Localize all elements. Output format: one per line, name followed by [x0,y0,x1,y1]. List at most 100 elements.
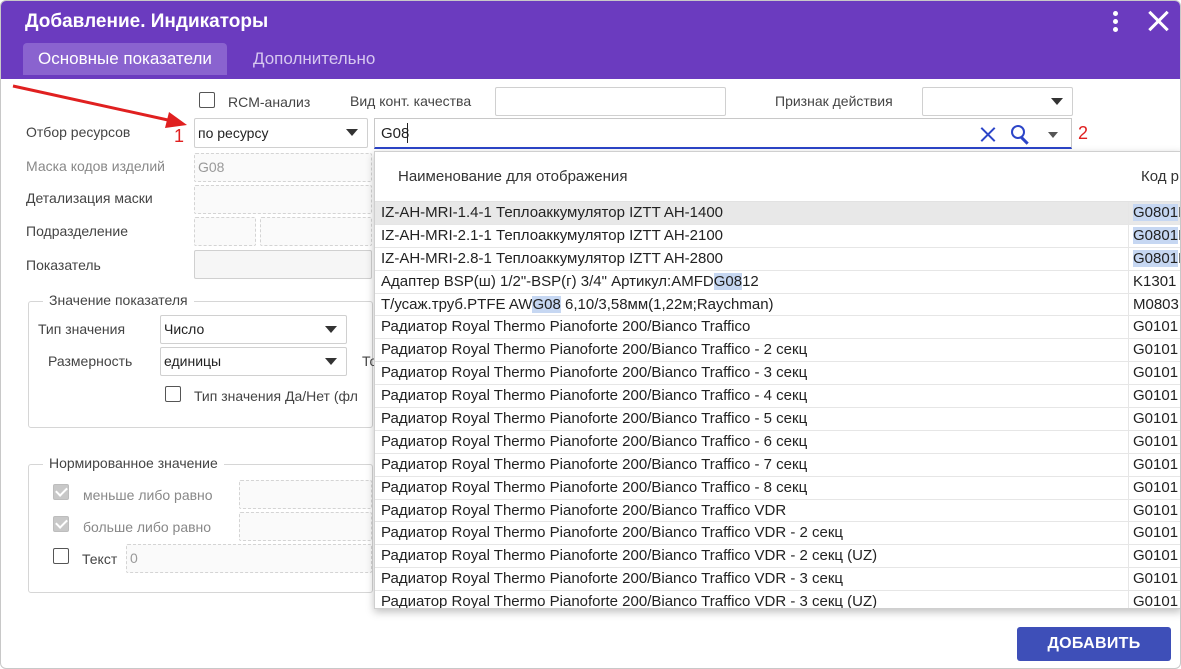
list-item[interactable]: Радиатор Royal Thermo Pianoforte 200/Bia… [375,476,1180,500]
column-divider [1128,522,1129,545]
column-divider [1128,316,1129,339]
mask-detail-label: Детализация маски [26,190,153,206]
item-name: IZ-AH-MRI-2.8-1 Теплоаккумулятор IZTT AH… [381,249,724,267]
item-code: G0801I [1133,204,1180,221]
dialog-title: Добавление. Индикаторы [25,11,269,32]
more-vertical-icon[interactable] [1105,9,1125,35]
item-name: Радиатор Royal Thermo Pianoforte 200/Bia… [381,524,843,542]
column-code[interactable]: Код р [1141,168,1179,185]
chevron-down-icon [346,129,358,136]
unit-label: Размерность [48,353,133,369]
item-code: G0101 [1133,455,1179,473]
column-display-name[interactable]: Наименование для отображения [398,168,627,185]
item-name: Радиатор Royal Thermo Pianoforte 200/Bia… [381,318,751,336]
item-code: K1301 [1133,272,1177,290]
list-item[interactable]: Радиатор Royal Thermo Pianoforte 200/Bia… [375,545,1180,569]
list-item[interactable]: Радиатор Royal Thermo Pianoforte 200/Bia… [375,568,1180,592]
text-label: Текст [82,551,118,567]
text-caret [407,123,408,143]
tab-additional[interactable]: Дополнительно [238,43,390,75]
item-code: G0101 [1133,364,1179,382]
item-name: Радиатор Royal Thermo Pianoforte 200/Bia… [381,570,843,588]
normalized-group-legend: Нормированное значение [43,455,224,471]
item-name: Радиатор Royal Thermo Pianoforte 200/Bia… [381,364,808,382]
list-item[interactable]: Т/усаж.труб.PTFE AWG08 6,10/3,58мм(1,22м… [375,293,1180,317]
yesno-type-checkbox[interactable] [165,386,181,402]
column-divider [1128,339,1129,362]
column-divider [1128,408,1129,430]
list-item[interactable]: Радиатор Royal Thermo Pianoforte 200/Bia… [375,385,1180,409]
list-item[interactable]: Радиатор Royal Thermo Pianoforte 200/Bia… [375,499,1180,523]
mask-detail-field[interactable] [194,185,372,214]
dropdown-header: Наименование для отображения Код р [375,152,1180,202]
list-item[interactable]: Радиатор Royal Thermo Pianoforte 200/Bia… [375,408,1180,431]
column-divider [1128,224,1129,247]
value-type-label: Тип значения [38,321,126,337]
item-name: Радиатор Royal Thermo Pianoforte 200/Bia… [381,501,787,519]
chevron-down-icon [1051,98,1063,105]
quality-type-field[interactable] [495,87,726,116]
column-divider [1128,293,1129,316]
chevron-down-icon [325,358,337,365]
list-item[interactable]: Радиатор Royal Thermo Pianoforte 200/Bia… [375,453,1180,477]
list-item[interactable]: Радиатор Royal Thermo Pianoforte 200/Bia… [375,430,1180,454]
item-code: G0101 [1133,570,1179,588]
add-indicator-dialog: Добавление. Индикаторы Основные показате… [0,0,1181,669]
chevron-down-icon[interactable] [1048,132,1058,138]
indicator-field[interactable] [194,250,372,279]
item-name: Радиатор Royal Thermo Pianoforte 200/Bia… [381,410,808,428]
close-icon[interactable] [1145,7,1173,35]
search-icon[interactable] [1010,124,1032,146]
text-checkbox[interactable] [53,548,69,564]
text-field[interactable]: 0 [126,544,372,573]
value-type-select[interactable]: Число [160,315,347,344]
list-item[interactable]: Радиатор Royal Thermo Pianoforte 200/Bia… [375,316,1180,340]
mask-codes-field[interactable]: G08 [194,153,372,182]
item-code: M0803 [1133,295,1179,313]
rcm-label: RCM-анализ [228,94,311,110]
item-code: G0101 [1133,547,1179,565]
action-sign-label: Признак действия [775,93,893,109]
item-code: G0101 [1133,410,1179,428]
chevron-down-icon [325,326,337,333]
greater-or-equal-field[interactable] [239,512,372,541]
list-item[interactable]: Радиатор Royal Thermo Pianoforte 200/Bia… [375,362,1180,386]
resource-search-input[interactable]: G08 [374,118,1072,149]
quality-type-label: Вид конт. качества [350,93,472,109]
list-item[interactable]: IZ-AH-MRI-1.4-1 Теплоаккумулятор IZTT AH… [375,202,1180,225]
column-divider [1128,453,1129,476]
clear-icon[interactable] [978,124,998,144]
annotation-marker-2: 2 [1078,123,1089,143]
item-name: Радиатор Royal Thermo Pianoforte 200/Bia… [381,432,808,450]
item-name: Радиатор Royal Thermo Pianoforte 200/Bia… [381,455,808,473]
list-item[interactable]: IZ-AH-MRI-2.1-1 Теплоаккумулятор IZTT AH… [375,224,1180,248]
list-item[interactable]: Радиатор Royal Thermo Pianoforte 200/Bia… [375,522,1180,546]
item-name: Т/усаж.труб.PTFE AWG08 6,10/3,58мм(1,22м… [381,295,774,313]
item-code: G0101 [1133,593,1179,609]
column-divider [1128,430,1129,453]
list-item[interactable]: IZ-AH-MRI-2.8-1 Теплоаккумулятор IZTT AH… [375,247,1180,271]
unit-select[interactable]: единицы [160,347,347,376]
resource-dropdown: Наименование для отображения Код р IZ-AH… [374,151,1180,609]
item-code: G0101 [1133,501,1179,519]
less-or-equal-checkbox[interactable] [53,484,69,500]
department-name-field[interactable] [260,217,372,246]
list-item[interactable]: Адаптер BSP(ш) 1/2"-BSP(г) 3/4" Артикул:… [375,270,1180,294]
column-divider [1128,545,1129,568]
resource-filter-select[interactable]: по ресурсу [194,118,368,148]
column-divider [1128,270,1129,293]
add-button[interactable]: ДОБАВИТЬ [1017,627,1171,661]
less-or-equal-field[interactable] [239,480,372,509]
department-code-field[interactable] [194,217,256,246]
column-divider [1128,247,1129,270]
resource-filter-label: Отбор ресурсов [26,124,131,140]
greater-or-equal-checkbox[interactable] [53,516,69,532]
annotation-marker-1: 1 [174,126,185,146]
tab-main-indicators[interactable]: Основные показатели [23,43,227,75]
list-item[interactable]: Радиатор Royal Thermo Pianoforte 200/Bia… [375,339,1180,363]
list-item[interactable]: Радиатор Royal Thermo Pianoforte 200/Bia… [375,591,1180,609]
action-sign-select[interactable] [922,87,1073,116]
item-name: IZ-AH-MRI-2.1-1 Теплоаккумулятор IZTT AH… [381,226,724,244]
rcm-checkbox[interactable] [199,92,215,108]
item-code: G0101 [1133,318,1179,336]
